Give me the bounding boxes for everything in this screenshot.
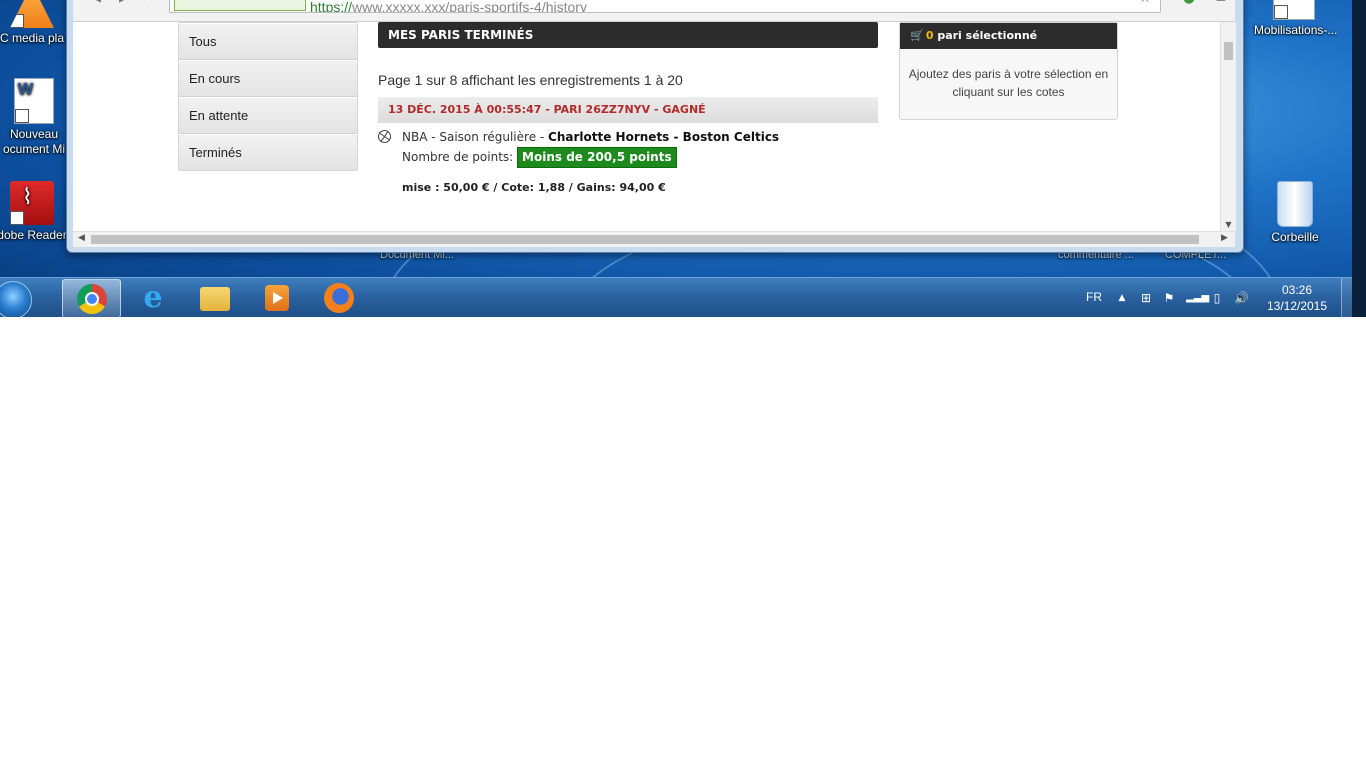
address-bar[interactable]: https://www.xxxxx.xxx/paris-sportifs-4/h… (169, 0, 1161, 13)
taskbar-app-internet-explorer[interactable]: e (124, 279, 181, 316)
language-indicator[interactable]: FR (1086, 290, 1102, 317)
taskbar-app-firefox[interactable] (310, 279, 367, 316)
volume-icon[interactable]: 🔊 (1234, 291, 1249, 305)
adobe-reader-icon: ⌇ (10, 181, 54, 225)
vertical-scrollbar-thumb[interactable] (1224, 42, 1233, 60)
reload-icon[interactable]: ↻ (145, 0, 159, 5)
desktop-icon-adobe-reader[interactable]: ⌇ dobe Reader (0, 181, 72, 243)
menu-item-tous[interactable]: Tous (179, 23, 357, 60)
url-path: /paris-sportifs-4/history (445, 0, 587, 13)
desktop-icon-mobilisations[interactable]: Mobilisations-... (1254, 0, 1338, 38)
battery-icon[interactable]: ▯ (1210, 291, 1224, 305)
recycle-bin-icon (1277, 181, 1313, 227)
network-signal-icon[interactable]: ▂▃▅ (1186, 291, 1209, 305)
menu-item-en-attente[interactable]: En attente (179, 97, 357, 134)
menu-icon[interactable]: ≡ (1213, 0, 1229, 6)
bet-slip-header: 🛒 0 pari sélectionné (900, 23, 1117, 49)
scroll-right-icon[interactable]: ▶ (1221, 233, 1228, 243)
horizontal-scrollbar-thumb[interactable] (91, 235, 1199, 244)
action-center-flag-icon[interactable]: ⚑ (1162, 291, 1176, 305)
menu-item-en-cours[interactable]: En cours (179, 60, 357, 97)
scroll-left-icon[interactable]: ◀ (78, 233, 85, 243)
extension-icon[interactable]: ● (1181, 0, 1197, 6)
horizontal-scrollbar[interactable]: ◀ ▶ (73, 231, 1235, 247)
bet-team-separator: - (669, 130, 683, 144)
internet-explorer-icon: e (143, 280, 163, 315)
bet-market: Nombre de points: Moins de 200,5 points (378, 147, 878, 168)
bets-history: MES PARIS TERMINÉS Page 1 sur 8 affichan… (378, 22, 878, 194)
start-button[interactable] (0, 279, 34, 317)
pagination-info: Page 1 sur 8 affichant les enregistremen… (378, 72, 683, 88)
firefox-icon (324, 283, 354, 313)
browser-toolbar: ◀ ▶ ↻ https://www.xxxxx.xxx/paris-sporti… (73, 0, 1235, 22)
desktop-icon-label: Nouveau ocument Mi (2, 127, 66, 156)
bookmark-star-icon[interactable]: ☆ (1137, 0, 1153, 6)
desktop-icon-recycle-bin[interactable]: Corbeille (1255, 181, 1335, 245)
section-title: MES PARIS TERMINÉS (378, 22, 878, 48)
bet-event: NBA - Saison régulière - Charlotte Horne… (378, 127, 878, 147)
bet-competition: NBA - Saison régulière - (402, 130, 549, 144)
show-hidden-icons-icon[interactable]: ▲ (1115, 291, 1129, 305)
desktop: C media pla W Nouveau ocument Mi ⌇ dobe … (0, 0, 1352, 317)
shortcut-arrow-icon (10, 211, 24, 225)
clock-date: 13/12/2015 (1266, 299, 1328, 313)
shortcut-arrow-icon (15, 109, 29, 123)
screen-edge (1352, 0, 1366, 317)
document-icon (1273, 0, 1315, 20)
media-player-icon (265, 285, 289, 311)
taskbar-app-file-explorer[interactable] (186, 279, 243, 316)
menu-item-termines[interactable]: Terminés (179, 134, 357, 170)
windows-logo-icon (0, 281, 32, 317)
desktop-icon-label: Mobilisations-... (1254, 23, 1338, 37)
desktop-icon-word-document[interactable]: W Nouveau ocument Mi (0, 78, 74, 157)
bet-home-team: Charlotte Hornets (548, 130, 670, 144)
bet-header[interactable]: 13 DÉC. 2015 À 00:55:47 - PARI 26ZZ7NYV … (378, 97, 878, 123)
bet-away-team: Boston Celtics (682, 130, 780, 144)
scroll-down-icon[interactable]: ▼ (1221, 220, 1236, 229)
page-viewport: Tous En cours En attente Terminés MES PA… (73, 22, 1220, 231)
forward-icon[interactable]: ▶ (117, 0, 131, 5)
shortcut-arrow-icon (10, 14, 24, 28)
desktop-icon-vlc[interactable]: C media pla (0, 0, 72, 46)
chrome-icon (77, 284, 107, 314)
bet-slip-count: 0 (925, 29, 934, 42)
url-host: www.xxxxx.xxx (352, 0, 446, 13)
shortcut-arrow-icon (1274, 5, 1288, 19)
cart-icon: 🛒 (910, 29, 924, 42)
basketball-icon (378, 130, 391, 143)
show-desktop-button[interactable] (1341, 278, 1352, 317)
bet-market-label: Nombre de points: (402, 150, 518, 164)
bet-slip-empty-message: Ajoutez des paris à votre sélection en c… (908, 67, 1109, 99)
vertical-scrollbar[interactable]: ▼ (1220, 22, 1236, 231)
desktop-icon-label: dobe Reader (0, 228, 67, 242)
back-icon[interactable]: ◀ (89, 0, 103, 5)
word-document-icon: W (14, 78, 54, 124)
bet-stake-summary: mise : 50,00 € / Cote: 1,88 / Gains: 94,… (402, 181, 666, 194)
clock-time: 03:26 (1281, 283, 1313, 297)
bet-selection-badge: Moins de 200,5 points (517, 147, 677, 168)
bet-filter-menu: Tous En cours En attente Terminés (178, 22, 358, 171)
taskbar-app-chrome[interactable] (62, 279, 121, 317)
desktop-icon-label: C media pla (0, 31, 65, 45)
bet-slip-title: pari sélectionné (933, 29, 1038, 42)
browser-window: ◀ ▶ ↻ https://www.xxxxx.xxx/paris-sporti… (66, 0, 1244, 253)
desktop-icon-label: Corbeille (1271, 230, 1319, 244)
bet-slip: 🛒 0 pari sélectionné Ajoutez des paris à… (899, 22, 1118, 120)
url-scheme: https:// (310, 0, 353, 13)
taskbar: e FR ▲ ⊞ ⚑ ▂▃▅ ▯ 🔊 03:26 13/12/2015 (0, 277, 1352, 317)
windows-flag-icon[interactable]: ⊞ (1139, 291, 1153, 305)
vlc-icon (10, 0, 54, 28)
system-clock[interactable]: 03:26 13/12/2015 (1262, 282, 1332, 317)
secure-badge (174, 0, 306, 11)
file-explorer-icon (200, 287, 230, 311)
taskbar-app-media-player[interactable] (248, 279, 305, 316)
